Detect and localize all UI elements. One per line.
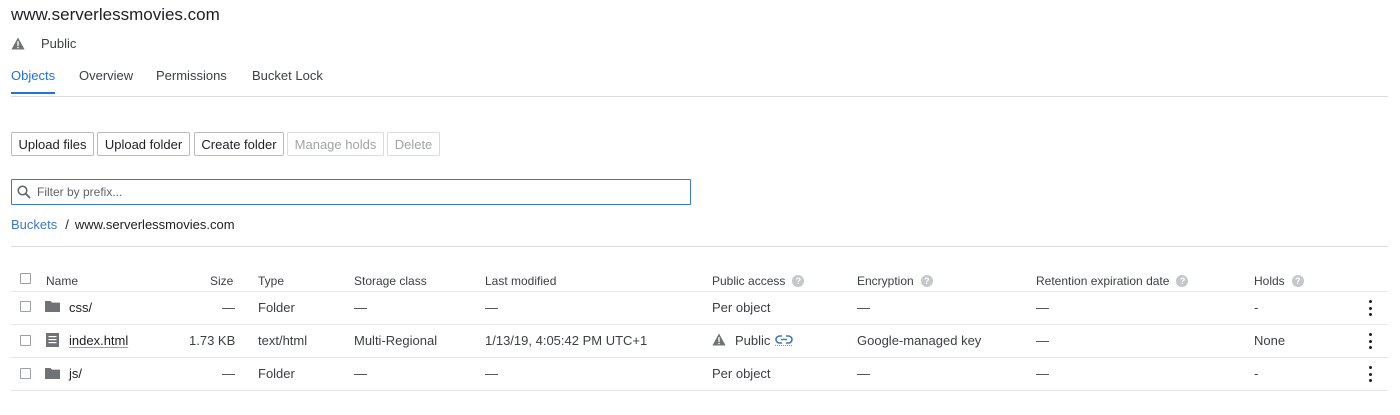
folder-icon: [45, 368, 60, 379]
breadcrumb: Buckets / www.serverlessmovies.com: [11, 217, 235, 232]
column-header-public-access[interactable]: Public access?: [712, 274, 805, 288]
column-header-type[interactable]: Type: [258, 274, 284, 288]
object-holds: None: [1254, 333, 1286, 348]
object-retention: —: [1036, 300, 1049, 315]
visibility-status: Public: [11, 35, 76, 51]
help-icon[interactable]: ?: [920, 275, 933, 287]
divider: [11, 246, 1388, 247]
column-header-encryption[interactable]: Encryption?: [857, 274, 933, 288]
object-public-access: Per object: [712, 366, 771, 381]
more-options-icon[interactable]: [1365, 366, 1375, 382]
select-all-checkbox[interactable]: [20, 273, 31, 284]
search-icon: [17, 185, 31, 199]
holds-header-label: Holds: [1254, 274, 1285, 288]
object-retention: —: [1036, 333, 1049, 348]
warning-icon: [712, 333, 726, 346]
help-icon[interactable]: ?: [1291, 275, 1304, 287]
object-name-link[interactable]: index.html: [69, 333, 128, 348]
tab-bucket-lock[interactable]: Bucket Lock: [252, 68, 323, 83]
bucket-title: www.serverlessmovies.com: [11, 5, 220, 24]
tab-bar: Objects Overview Permissions Bucket Lock: [11, 66, 1388, 97]
file-icon: [46, 333, 59, 347]
column-header-name[interactable]: Name: [46, 274, 78, 288]
object-retention: —: [1036, 366, 1049, 381]
object-last-modified: —: [485, 366, 498, 381]
object-storage-class: Multi-Regional: [354, 333, 438, 348]
upload-files-button[interactable]: Upload files: [11, 132, 94, 156]
column-header-last-modified[interactable]: Last modified: [485, 274, 556, 288]
object-size: —: [222, 300, 235, 315]
visibility-label: Public: [41, 35, 77, 51]
object-type: text/html: [258, 333, 308, 348]
tab-objects[interactable]: Objects: [11, 68, 55, 83]
filter-input[interactable]: [37, 185, 677, 199]
row-divider: [11, 324, 1388, 325]
more-options-icon[interactable]: [1365, 300, 1375, 316]
object-size: —: [222, 366, 235, 381]
row-divider: [11, 390, 1388, 391]
column-header-storage-class[interactable]: Storage class: [354, 274, 427, 288]
object-holds: -: [1254, 300, 1259, 315]
object-type: Folder: [258, 366, 295, 381]
row-checkbox[interactable]: [20, 368, 31, 379]
create-folder-button[interactable]: Create folder: [194, 132, 284, 156]
upload-folder-button[interactable]: Upload folder: [97, 132, 190, 156]
column-header-size[interactable]: Size: [210, 274, 233, 288]
object-encryption: —: [857, 366, 870, 381]
object-name[interactable]: css/: [69, 300, 92, 315]
object-last-modified: —: [485, 300, 498, 315]
public-access-header-label: Public access: [712, 274, 786, 288]
object-type: Folder: [258, 300, 295, 315]
filter-box: [11, 179, 691, 205]
tab-overview[interactable]: Overview: [79, 68, 133, 83]
help-icon[interactable]: ?: [1176, 275, 1189, 287]
object-name[interactable]: js/: [69, 366, 82, 381]
object-holds: -: [1254, 366, 1259, 381]
link-icon[interactable]: [775, 334, 793, 346]
more-options-icon[interactable]: [1365, 333, 1375, 349]
object-storage-class: —: [354, 366, 367, 381]
object-storage-class: —: [354, 300, 367, 315]
object-public-access: Public: [735, 333, 771, 348]
row-checkbox[interactable]: [20, 335, 31, 346]
encryption-header-label: Encryption: [857, 274, 914, 288]
object-encryption: Google-managed key: [857, 333, 982, 348]
breadcrumb-current: www.serverlessmovies.com: [74, 217, 235, 232]
help-icon[interactable]: ?: [792, 275, 805, 287]
object-last-modified: 1/13/19, 4:05:42 PM UTC+1: [485, 333, 648, 348]
breadcrumb-separator: /: [65, 217, 69, 232]
object-public-access: Per object: [712, 300, 771, 315]
row-divider: [11, 291, 1388, 292]
retention-header-label: Retention expiration date: [1036, 274, 1170, 288]
warning-icon: [11, 37, 25, 49]
delete-button[interactable]: Delete: [387, 132, 440, 156]
row-divider: [11, 357, 1388, 358]
folder-icon: [45, 301, 60, 312]
tab-permissions[interactable]: Permissions: [156, 68, 227, 83]
active-tab-indicator: [11, 92, 55, 94]
column-header-retention[interactable]: Retention expiration date?: [1036, 274, 1189, 288]
row-checkbox[interactable]: [20, 301, 31, 312]
manage-holds-button[interactable]: Manage holds: [287, 132, 384, 156]
breadcrumb-buckets-link[interactable]: Buckets: [11, 217, 57, 232]
object-encryption: —: [857, 300, 870, 315]
object-size: 1.73 KB: [189, 333, 236, 348]
column-header-holds[interactable]: Holds?: [1254, 274, 1304, 288]
